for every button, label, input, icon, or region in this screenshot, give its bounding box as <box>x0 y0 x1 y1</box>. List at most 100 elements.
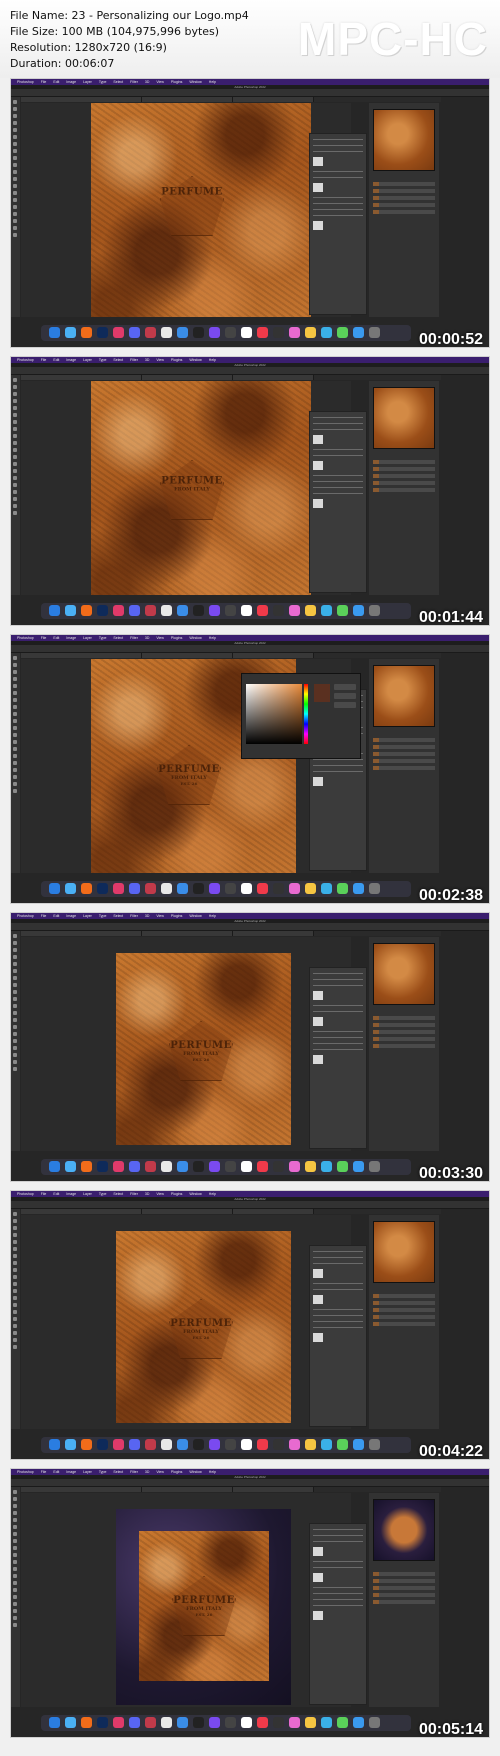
app-icon[interactable] <box>209 327 220 338</box>
menu-item[interactable]: Plugins <box>171 914 182 918</box>
menu-item[interactable]: Edit <box>53 358 59 362</box>
macos-dock[interactable] <box>41 881 411 897</box>
menu-item[interactable]: Select <box>113 80 123 84</box>
tools-panel[interactable] <box>11 375 20 595</box>
trash-icon[interactable] <box>369 1717 380 1728</box>
discord-icon[interactable] <box>129 1439 140 1450</box>
app-icon[interactable] <box>321 1717 332 1728</box>
app-icon[interactable] <box>273 1439 284 1450</box>
finder-icon[interactable] <box>49 1717 60 1728</box>
photoshop-icon[interactable] <box>97 1161 108 1172</box>
folder-icon[interactable] <box>353 883 364 894</box>
finder-icon[interactable] <box>49 1439 60 1450</box>
menu-item[interactable]: Filter <box>130 80 138 84</box>
menu-item[interactable]: Window <box>189 358 201 362</box>
music-icon[interactable] <box>257 327 268 338</box>
menu-item[interactable]: Window <box>189 1192 201 1196</box>
menu-item[interactable]: File <box>41 636 47 640</box>
photos-icon[interactable] <box>289 1717 300 1728</box>
safari-icon[interactable] <box>65 883 76 894</box>
menu-item[interactable]: Layer <box>83 1192 92 1196</box>
app-icon[interactable] <box>337 883 348 894</box>
menu-item[interactable]: Help <box>209 1470 216 1474</box>
document-tabs[interactable] <box>21 97 441 102</box>
discord-icon[interactable] <box>129 1717 140 1728</box>
menu-item[interactable]: 3D <box>145 914 149 918</box>
menu-item[interactable]: Photoshop <box>17 1192 34 1196</box>
illustrator-icon[interactable] <box>81 327 92 338</box>
menu-item[interactable]: Help <box>209 358 216 362</box>
app-icon[interactable] <box>321 1161 332 1172</box>
discord-icon[interactable] <box>129 327 140 338</box>
notes-icon[interactable] <box>305 1161 316 1172</box>
menu-item[interactable]: Plugins <box>171 1470 182 1474</box>
menu-item[interactable]: Window <box>189 80 201 84</box>
app-icon[interactable] <box>193 883 204 894</box>
safari-icon[interactable] <box>65 1161 76 1172</box>
menu-item[interactable]: Plugins <box>171 358 182 362</box>
menu-item[interactable]: Layer <box>83 636 92 640</box>
app-icon[interactable] <box>161 1439 172 1450</box>
app-icon[interactable] <box>321 1439 332 1450</box>
menu-item[interactable]: Type <box>99 636 107 640</box>
macos-dock[interactable] <box>41 1715 411 1731</box>
layers-panel[interactable] <box>309 411 367 593</box>
menu-item[interactable]: Type <box>99 1470 107 1474</box>
indesign-icon[interactable] <box>113 1161 124 1172</box>
menu-item[interactable]: File <box>41 914 47 918</box>
app-icon[interactable] <box>209 605 220 616</box>
menu-item[interactable]: Filter <box>130 1470 138 1474</box>
app-icon[interactable] <box>273 1161 284 1172</box>
safari-icon[interactable] <box>65 1439 76 1450</box>
app-icon[interactable] <box>273 605 284 616</box>
channels-panel[interactable] <box>373 1569 435 1689</box>
photoshop-icon[interactable] <box>97 1439 108 1450</box>
color-field[interactable] <box>246 684 302 744</box>
tools-panel[interactable] <box>11 97 20 317</box>
photoshop-icon[interactable] <box>97 327 108 338</box>
menu-item[interactable]: Image <box>66 1470 76 1474</box>
layers-panel[interactable] <box>309 1245 367 1427</box>
trash-icon[interactable] <box>369 327 380 338</box>
folder-icon[interactable] <box>353 1161 364 1172</box>
menu-item[interactable]: Image <box>66 80 76 84</box>
menu-item[interactable]: 3D <box>145 80 149 84</box>
notes-icon[interactable] <box>305 327 316 338</box>
app-icon[interactable] <box>145 1439 156 1450</box>
indesign-icon[interactable] <box>113 1439 124 1450</box>
menu-item[interactable]: Type <box>99 914 107 918</box>
menu-item[interactable]: Select <box>113 1192 123 1196</box>
menu-item[interactable]: Edit <box>53 1192 59 1196</box>
settings-icon[interactable] <box>225 327 236 338</box>
menu-item[interactable]: Help <box>209 636 216 640</box>
app-icon[interactable] <box>321 605 332 616</box>
channels-panel[interactable] <box>373 457 435 577</box>
indesign-icon[interactable] <box>113 605 124 616</box>
app-icon[interactable] <box>209 883 220 894</box>
macos-dock[interactable] <box>41 325 411 341</box>
app-icon[interactable] <box>145 327 156 338</box>
layers-panel[interactable] <box>309 133 367 315</box>
menu-item[interactable]: Type <box>99 1192 107 1196</box>
photoshop-icon[interactable] <box>97 1717 108 1728</box>
folder-icon[interactable] <box>353 1439 364 1450</box>
app-icon[interactable] <box>161 327 172 338</box>
app-icon[interactable] <box>145 605 156 616</box>
app-icon[interactable] <box>337 1439 348 1450</box>
photoshop-icon[interactable] <box>97 605 108 616</box>
trash-icon[interactable] <box>369 1439 380 1450</box>
calendar-icon[interactable] <box>241 1161 252 1172</box>
trash-icon[interactable] <box>369 605 380 616</box>
menu-item[interactable]: Type <box>99 80 107 84</box>
folder-icon[interactable] <box>353 1717 364 1728</box>
menu-item[interactable]: Plugins <box>171 636 182 640</box>
app-icon[interactable] <box>161 605 172 616</box>
app-icon[interactable] <box>273 1717 284 1728</box>
photos-icon[interactable] <box>289 1161 300 1172</box>
menu-item[interactable]: Image <box>66 1192 76 1196</box>
safari-icon[interactable] <box>65 605 76 616</box>
menu-item[interactable]: Select <box>113 636 123 640</box>
channels-panel[interactable] <box>373 1013 435 1133</box>
menu-item[interactable]: Edit <box>53 1470 59 1474</box>
menu-item[interactable]: View <box>156 914 164 918</box>
